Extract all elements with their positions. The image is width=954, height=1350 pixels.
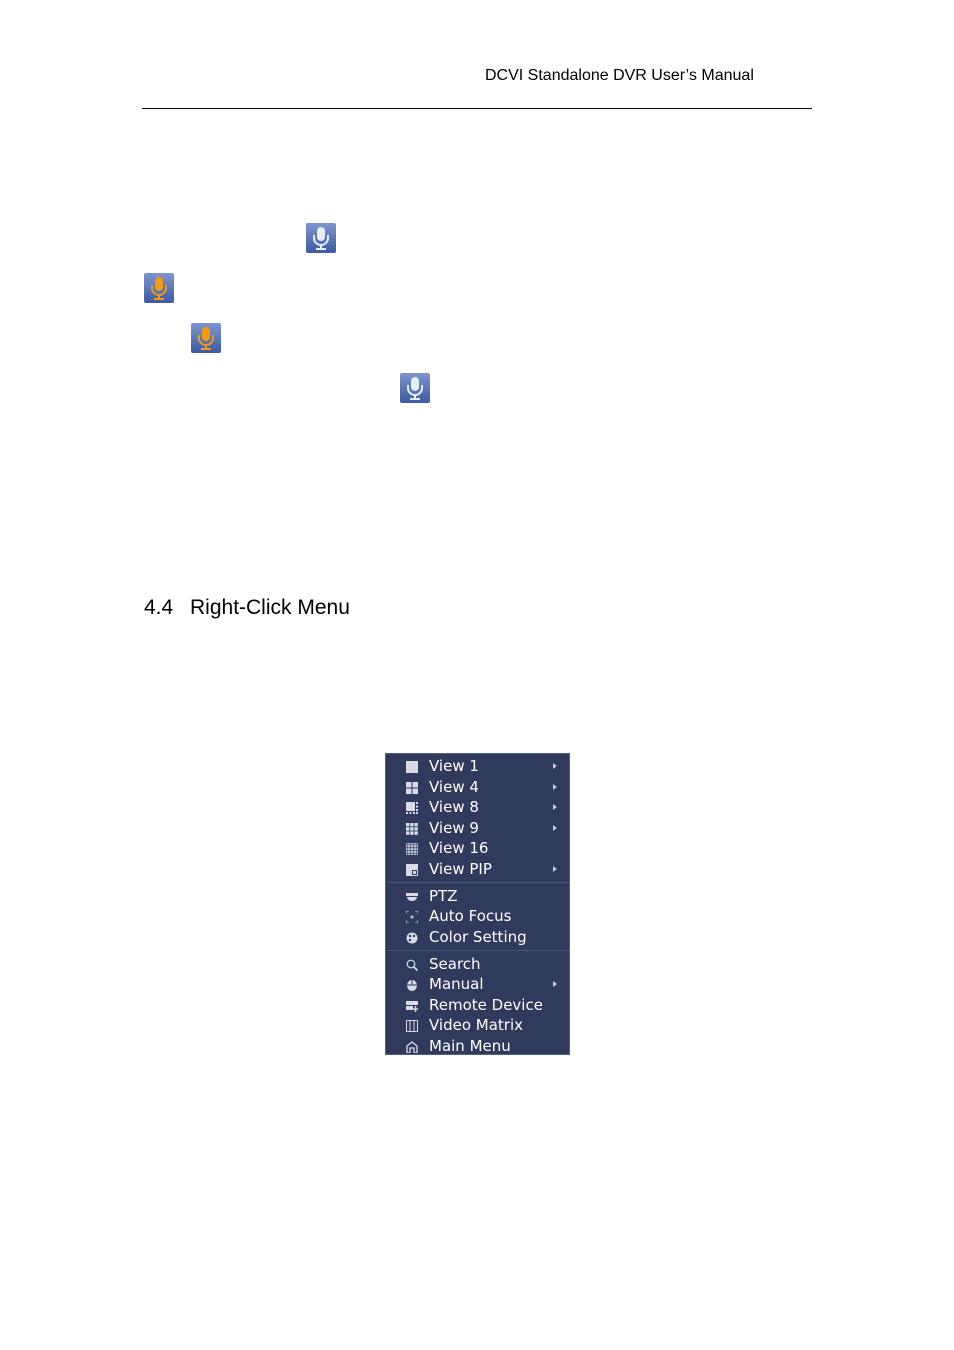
view1-icon [406,760,418,773]
search-icon [406,958,419,971]
menu-item-view-pip[interactable]: View PIP [386,859,569,879]
menu-item-label: Main Menu [429,1036,511,1055]
menu-item-manual[interactable]: Manual [386,974,569,994]
menu-item-view-9[interactable]: View 9 [386,818,569,838]
mic-icon-active [144,273,174,303]
menu-item-label: Auto Focus [429,907,512,925]
menu-item-label: View 4 [429,777,479,796]
view4-icon [406,781,418,794]
view16-icon [405,842,419,856]
submenu-arrow-icon [553,865,557,872]
menu-item-label: View 8 [429,798,479,816]
mic-icon-active [191,323,221,353]
mic-icon-inactive [306,223,336,253]
menu-item-search[interactable]: Search [386,954,569,974]
video-matrix-icon [406,1019,418,1032]
section-title: Right-Click Menu [190,596,350,620]
remote-device-icon [406,999,418,1012]
menu-item-label: View PIP [429,859,492,878]
menu-item-label: PTZ [429,886,458,905]
menu-item-main-menu[interactable]: Main Menu [386,1036,569,1056]
menu-item-label: Video Matrix [429,1016,524,1034]
menu-item-label: View 9 [429,818,479,837]
manual-icon [406,978,418,991]
view9-icon [406,822,418,835]
header-divider [142,108,812,109]
menu-item-label: View 16 [429,839,489,857]
menu-item-color-setting[interactable]: Color Setting [386,927,569,947]
mic-icon-inactive [400,373,430,403]
auto-focus-icon [405,910,419,924]
menu-item-label: Remote Device [429,995,543,1014]
menu-item-view-1[interactable]: View 1 [386,756,569,776]
section-heading: 4.4 Right-Click Menu [144,596,350,620]
menu-item-auto-focus[interactable]: Auto Focus [386,906,569,926]
menu-item-label: Manual [429,975,484,993]
menu-separator [388,882,569,883]
view-pip-icon [406,863,418,876]
section-number: 4.4 [144,596,174,620]
menu-item-label: Color Setting [429,927,527,946]
submenu-arrow-icon [553,783,557,790]
menu-item-label: View 1 [429,757,479,775]
submenu-arrow-icon [553,763,557,769]
menu-item-view-4[interactable]: View 4 [386,777,569,797]
menu-item-ptz[interactable]: PTZ [386,886,569,906]
menu-item-label: Search [429,954,481,973]
menu-item-video-matrix[interactable]: Video Matrix [386,1015,569,1035]
header-title: DCVI Standalone DVR User’s Manual [485,67,754,84]
color-setting-icon [406,931,418,943]
submenu-arrow-icon [553,824,557,831]
right-click-menu: View 1 View 4 View 8 View 9 View 16 View PIP P… [385,753,570,1055]
menu-item-remote-device[interactable]: Remote Device [386,995,569,1015]
main-menu-icon [406,1040,418,1054]
ptz-icon [406,890,418,902]
view8-icon [406,801,418,814]
menu-item-view-16[interactable]: View 16 [386,838,569,858]
submenu-arrow-icon [553,981,557,987]
submenu-arrow-icon [553,804,557,810]
menu-item-view-8[interactable]: View 8 [386,797,569,817]
menu-separator [388,950,569,951]
